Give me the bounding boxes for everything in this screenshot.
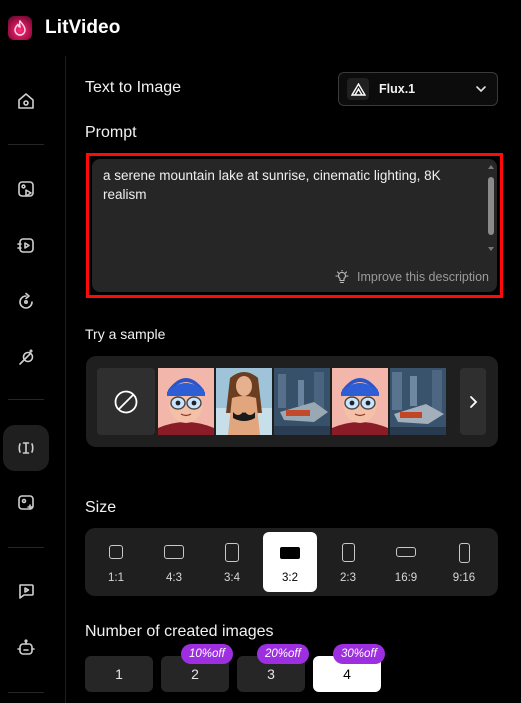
chevron-right-icon xyxy=(470,395,478,408)
size-option-16-9[interactable]: 16:9 xyxy=(379,532,433,592)
sidebar-item-text-to-video[interactable] xyxy=(3,223,49,269)
lightbulb-icon xyxy=(335,270,349,284)
flux-logo-icon xyxy=(347,78,369,100)
size-option-9-16[interactable]: 9:16 xyxy=(437,532,491,592)
sidebar-item-home[interactable] xyxy=(3,78,49,124)
tall-icon xyxy=(458,543,470,563)
chevron-down-icon xyxy=(476,86,486,93)
samples-carousel xyxy=(86,356,498,447)
size-label: Size xyxy=(85,499,117,516)
size-option-3-2[interactable]: 3:2 xyxy=(263,532,317,592)
landscape-icon xyxy=(280,547,300,559)
sample-none-button[interactable] xyxy=(97,368,155,435)
square-icon xyxy=(109,545,123,559)
prompt-input[interactable]: a serene mountain lake at sunrise, cinem… xyxy=(103,166,473,204)
sidebar-item-image-to-video[interactable] xyxy=(3,166,49,212)
samples-label: Try a sample xyxy=(85,326,166,342)
prompt-label: Prompt xyxy=(85,124,137,141)
image-video-icon xyxy=(18,181,34,197)
home-icon xyxy=(18,93,34,109)
sidebar-item-history[interactable] xyxy=(3,279,49,325)
size-option-4-3[interactable]: 4:3 xyxy=(147,532,201,592)
count-label: Number of created images xyxy=(85,623,274,640)
logo-icon[interactable] xyxy=(8,16,32,40)
prompt-field[interactable]: a serene mountain lake at sunrise, cinem… xyxy=(92,159,497,292)
portrait-icon xyxy=(341,543,355,562)
sample-thumbnail[interactable] xyxy=(158,368,214,435)
image-sparkle-icon xyxy=(18,495,34,510)
discount-badge: 30%off xyxy=(333,644,385,664)
samples-next-button[interactable] xyxy=(460,368,486,435)
ban-icon xyxy=(114,390,138,413)
prompt-highlight: a serene mountain lake at sunrise, cinem… xyxy=(86,153,503,298)
video-chat-icon xyxy=(19,584,34,599)
sample-thumbnail[interactable] xyxy=(274,368,330,435)
model-label: Flux.1 xyxy=(379,82,416,96)
sample-thumbnail[interactable] xyxy=(216,368,272,435)
count-option-1[interactable]: 1 xyxy=(85,656,153,692)
text-cursor-icon xyxy=(18,442,34,454)
page-title: Text to Image xyxy=(85,79,182,96)
discount-badge: 10%off xyxy=(181,644,233,664)
sidebar-item-magic[interactable] xyxy=(3,335,49,381)
sidebar-item-image-edit[interactable] xyxy=(3,480,49,526)
wide-icon xyxy=(396,547,416,557)
size-option-2-3[interactable]: 2:3 xyxy=(321,532,375,592)
model-select[interactable]: Flux.1 xyxy=(338,72,498,106)
size-option-1-1[interactable]: 1:1 xyxy=(89,532,143,592)
magic-icon xyxy=(19,349,34,365)
size-options: 1:1 4:3 3:4 3:2 2:3 16:9 9:16 xyxy=(85,528,498,596)
prompt-scrollbar[interactable] xyxy=(487,165,495,251)
sidebar-item-text-to-image[interactable] xyxy=(3,425,49,471)
portrait-icon xyxy=(225,543,239,562)
app-title[interactable]: LitVideo xyxy=(45,17,120,39)
sample-thumbnail[interactable] xyxy=(390,368,446,435)
improve-description-button[interactable]: Improve this description xyxy=(335,270,489,284)
discount-badge: 20%off xyxy=(257,644,309,664)
sidebar-item-ai-bot[interactable] xyxy=(3,625,49,671)
size-option-3-4[interactable]: 3:4 xyxy=(205,532,259,592)
main-panel: Text to Image Flux.1 Prompt a serene mou… xyxy=(66,56,521,703)
landscape-icon xyxy=(164,545,184,559)
refresh-icon xyxy=(19,292,33,309)
sidebar-item-video-chat[interactable] xyxy=(3,568,49,614)
robot-icon xyxy=(17,639,35,655)
text-video-icon xyxy=(17,238,34,253)
sample-thumbnail[interactable] xyxy=(332,368,388,435)
app-header: LitVideo xyxy=(0,0,521,56)
improve-description-label: Improve this description xyxy=(356,270,489,284)
sidebar xyxy=(0,56,52,703)
